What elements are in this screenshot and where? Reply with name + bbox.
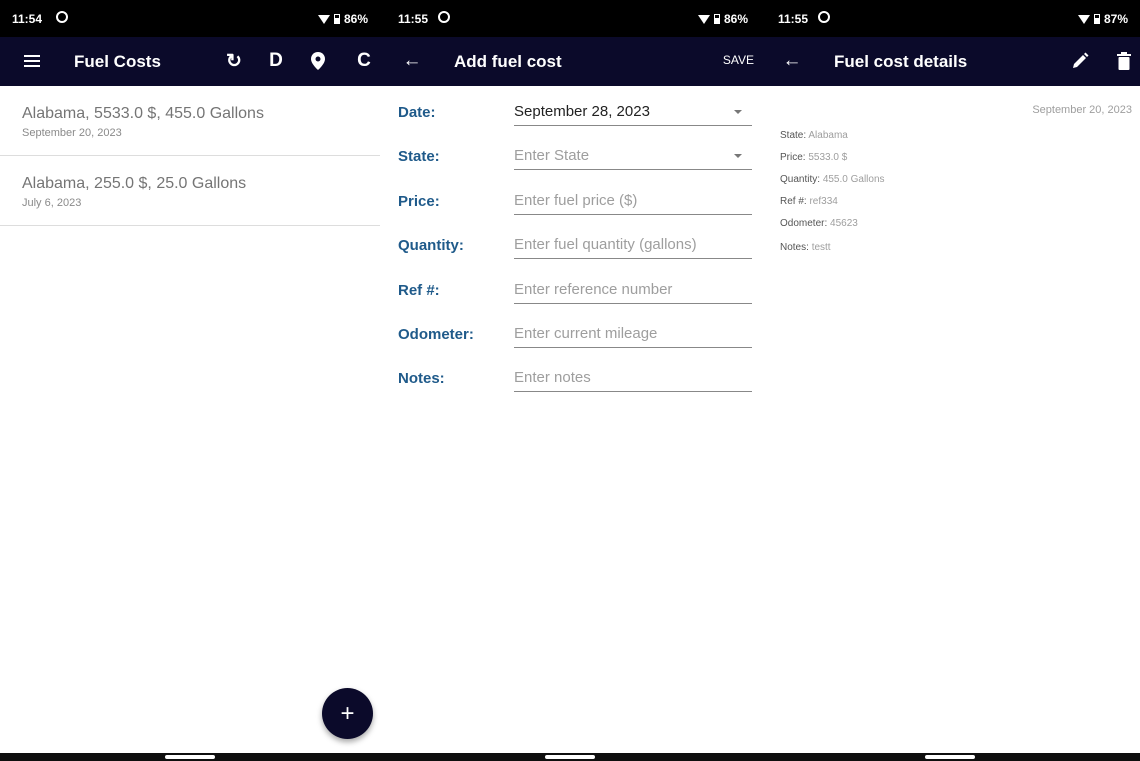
notes-row: Notes: Enter notes [380, 352, 760, 396]
list-item-date: September 20, 2023 [22, 127, 122, 139]
detail-price: Price: 5533.0 $ [780, 152, 847, 163]
vpn-status-icon [438, 11, 450, 23]
list-item[interactable]: Alabama, 255.0 $, 25.0 Gallons July 6, 2… [0, 156, 380, 226]
odometer-label: Odometer: [398, 326, 474, 343]
save-button[interactable]: SAVE [723, 53, 754, 67]
wifi-icon [1077, 14, 1090, 24]
fuel-costs-screen: 11:54 86% Fuel Costs ↻ D C Alabama, 5533… [0, 0, 380, 761]
home-gesture-pill[interactable] [925, 755, 975, 759]
status-bar: 11:55 86% [380, 0, 760, 37]
add-fuel-cost-screen: 11:55 86% ← Add fuel cost SAVE Date: Sep… [380, 0, 760, 761]
status-time: 11:55 [398, 12, 429, 26]
vpn-status-icon [56, 11, 68, 23]
odometer-placeholder: Enter current mileage [514, 325, 658, 342]
detail-value: 45623 [830, 218, 858, 229]
detail-ref: Ref #: ref334 [780, 196, 838, 207]
delete-trash-icon[interactable] [1112, 49, 1136, 73]
state-row: State: Enter State [380, 130, 760, 174]
state-label: State: [398, 148, 440, 165]
status-time: 11:54 [12, 12, 43, 26]
quantity-row: Quantity: Enter fuel quantity (gallons) [380, 219, 760, 263]
ref-row: Ref #: Enter reference number [380, 264, 760, 308]
battery-percent: 86% [723, 12, 748, 26]
detail-value: Alabama [808, 130, 848, 141]
detail-quantity: Quantity: 455.0 Gallons [780, 174, 885, 185]
detail-value: 5533.0 $ [808, 152, 848, 163]
price-input[interactable]: Enter fuel price ($) [514, 189, 752, 215]
status-bar: 11:55 87% [760, 0, 1140, 37]
quantity-label: Quantity: [398, 237, 464, 254]
detail-value: ref334 [809, 196, 838, 207]
battery-percent: 87% [1103, 12, 1128, 26]
home-gesture-pill[interactable] [545, 755, 595, 759]
system-nav-bar [0, 753, 380, 761]
sync-icon[interactable]: ↻ [222, 49, 246, 73]
list-item[interactable]: Alabama, 5533.0 $, 455.0 Gallons Septemb… [0, 86, 380, 156]
detail-key: Ref #: [780, 196, 807, 207]
dropdown-arrow-icon [734, 110, 742, 114]
date-label: Date: [398, 104, 436, 121]
detail-value: 455.0 Gallons [822, 174, 885, 185]
wifi-icon [317, 14, 330, 24]
home-gesture-pill[interactable] [165, 755, 215, 759]
detail-state: State: Alabama [780, 130, 848, 141]
page-title: Fuel cost details [834, 52, 968, 71]
page-title: Fuel Costs [74, 52, 161, 71]
back-arrow-icon[interactable]: ← [400, 49, 424, 73]
date-picker[interactable]: September 28, 2023 [514, 100, 752, 126]
status-bar: 11:54 86% [0, 0, 380, 37]
odometer-row: Odometer: Enter current mileage [380, 308, 760, 352]
detail-key: Notes: [780, 242, 809, 253]
notes-placeholder: Enter notes [514, 369, 591, 386]
dropdown-arrow-icon [734, 154, 742, 158]
odometer-input[interactable]: Enter current mileage [514, 322, 752, 348]
date-row: Date: September 28, 2023 [380, 86, 760, 130]
edit-pencil-icon[interactable] [1068, 49, 1092, 73]
quantity-input[interactable]: Enter fuel quantity (gallons) [514, 233, 752, 259]
detail-key: Odometer: [780, 218, 828, 229]
state-dropdown[interactable]: Enter State [514, 144, 752, 170]
app-bar: ← Add fuel cost SAVE [380, 37, 760, 86]
battery-percent: 86% [343, 12, 368, 26]
price-placeholder: Enter fuel price ($) [514, 192, 638, 209]
notes-label: Notes: [398, 370, 445, 387]
list-item-title: Alabama, 255.0 $, 25.0 Gallons [22, 175, 247, 192]
ref-input[interactable]: Enter reference number [514, 278, 752, 304]
date-value: September 28, 2023 [514, 103, 650, 120]
system-nav-bar [760, 753, 1140, 761]
battery-icon [1093, 14, 1100, 24]
detail-notes: Notes: testt [780, 242, 831, 253]
price-row: Price: Enter fuel price ($) [380, 175, 760, 219]
app-bar: ← Fuel cost details [760, 37, 1140, 86]
detail-odometer: Odometer: 45623 [780, 218, 858, 229]
battery-icon [713, 14, 720, 24]
ref-label: Ref #: [398, 282, 440, 299]
detail-date: September 20, 2023 [1032, 104, 1132, 116]
price-label: Price: [398, 193, 440, 210]
app-bar: Fuel Costs ↻ D C [0, 37, 380, 86]
system-nav-bar [380, 753, 760, 761]
ref-placeholder: Enter reference number [514, 281, 673, 298]
detail-key: State: [780, 130, 807, 141]
state-placeholder: Enter State [514, 147, 590, 164]
quantity-placeholder: Enter fuel quantity (gallons) [514, 236, 697, 253]
notes-input[interactable]: Enter notes [514, 366, 752, 392]
detail-value: testt [811, 242, 831, 253]
d-letter-icon[interactable]: D [264, 49, 288, 73]
list-item-title: Alabama, 5533.0 $, 455.0 Gallons [22, 105, 264, 122]
page-title: Add fuel cost [454, 52, 562, 71]
location-pin-icon[interactable] [306, 49, 330, 73]
vpn-status-icon [818, 11, 830, 23]
battery-icon [333, 14, 340, 24]
add-fuel-cost-button[interactable]: + [322, 688, 373, 739]
detail-key: Quantity: [780, 174, 821, 185]
refresh-icon[interactable]: C [352, 49, 376, 73]
status-time: 11:55 [778, 12, 809, 26]
back-arrow-icon[interactable]: ← [780, 49, 804, 73]
menu-icon[interactable] [20, 49, 44, 73]
list-item-date: July 6, 2023 [22, 197, 82, 209]
wifi-icon [697, 14, 710, 24]
detail-key: Price: [780, 152, 806, 163]
fuel-cost-details-screen: 11:55 87% ← Fuel cost details September … [760, 0, 1140, 761]
